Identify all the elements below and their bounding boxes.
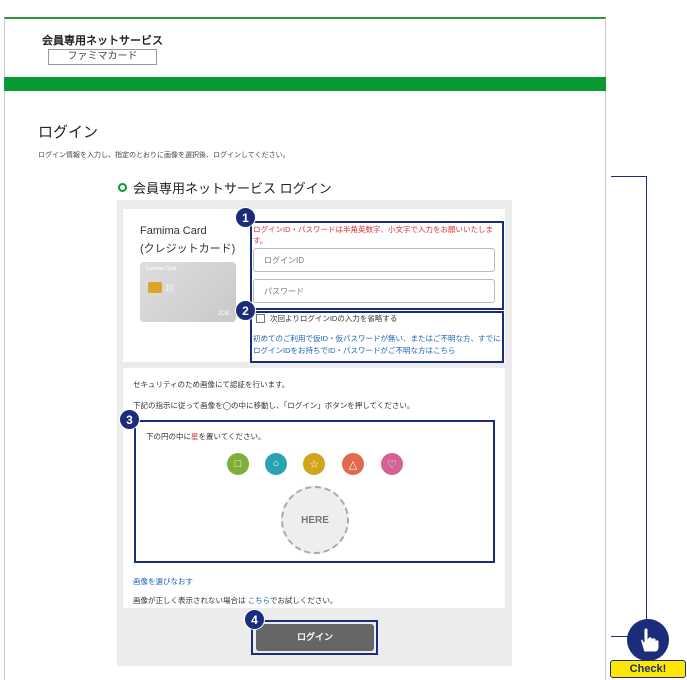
page-description: ログイン情報を入力し、指定のとおりに画像を選択後、ログインしてください。: [38, 152, 290, 159]
check-label: Check!: [610, 660, 686, 678]
card-name-line2: (クレジットカード): [140, 243, 236, 255]
annotation-box-2: [250, 311, 504, 363]
card-name: Famima Card (クレジットカード): [140, 222, 235, 258]
annotation-box-3: [134, 420, 495, 563]
service-title: 会員専用ネットサービス: [42, 35, 163, 47]
contactless-icon: ))): [166, 283, 174, 292]
service-subtitle: ファミマカード: [48, 49, 157, 65]
annotation-badge-4: 4: [244, 609, 265, 630]
security-notice: セキュリティのため画像にて認証を行います。: [133, 380, 290, 389]
fallback-notice: 画像が正しく表示されない場合は こちらでお試しください。: [133, 596, 338, 605]
circle-bullet-icon: [118, 183, 127, 192]
section-title-text: 会員専用ネットサービス ログイン: [133, 181, 332, 196]
annotation-badge-1: 1: [235, 207, 256, 228]
connector-line: [646, 176, 647, 636]
card-name-line1: Famima Card: [140, 225, 207, 237]
annotation-box-4: [251, 620, 378, 655]
section-title: 会員専用ネットサービス ログイン: [118, 178, 332, 197]
credit-card-image: Famima Card ))) JCB: [140, 262, 236, 322]
header-bar: [4, 77, 606, 91]
pointing-hand-icon: [627, 619, 669, 661]
annotation-box-1: [250, 221, 504, 310]
annotation-badge-3: 3: [119, 409, 140, 430]
annotation-badge-2: 2: [235, 300, 256, 321]
reselect-image-link[interactable]: 画像を選びなおす: [133, 576, 193, 587]
card-image-caption: Famima Card: [146, 266, 177, 272]
security-instructions: 下記の指示に従って画像を◯の中に移動し、「ログイン」ボタンを押してください。: [133, 401, 415, 410]
card-chip-icon: [148, 282, 162, 293]
page-title: ログイン: [38, 124, 99, 141]
card-brand-logo-icon: JCB: [217, 311, 229, 317]
fallback-link[interactable]: こちら: [248, 596, 270, 605]
connector-line: [611, 176, 647, 177]
